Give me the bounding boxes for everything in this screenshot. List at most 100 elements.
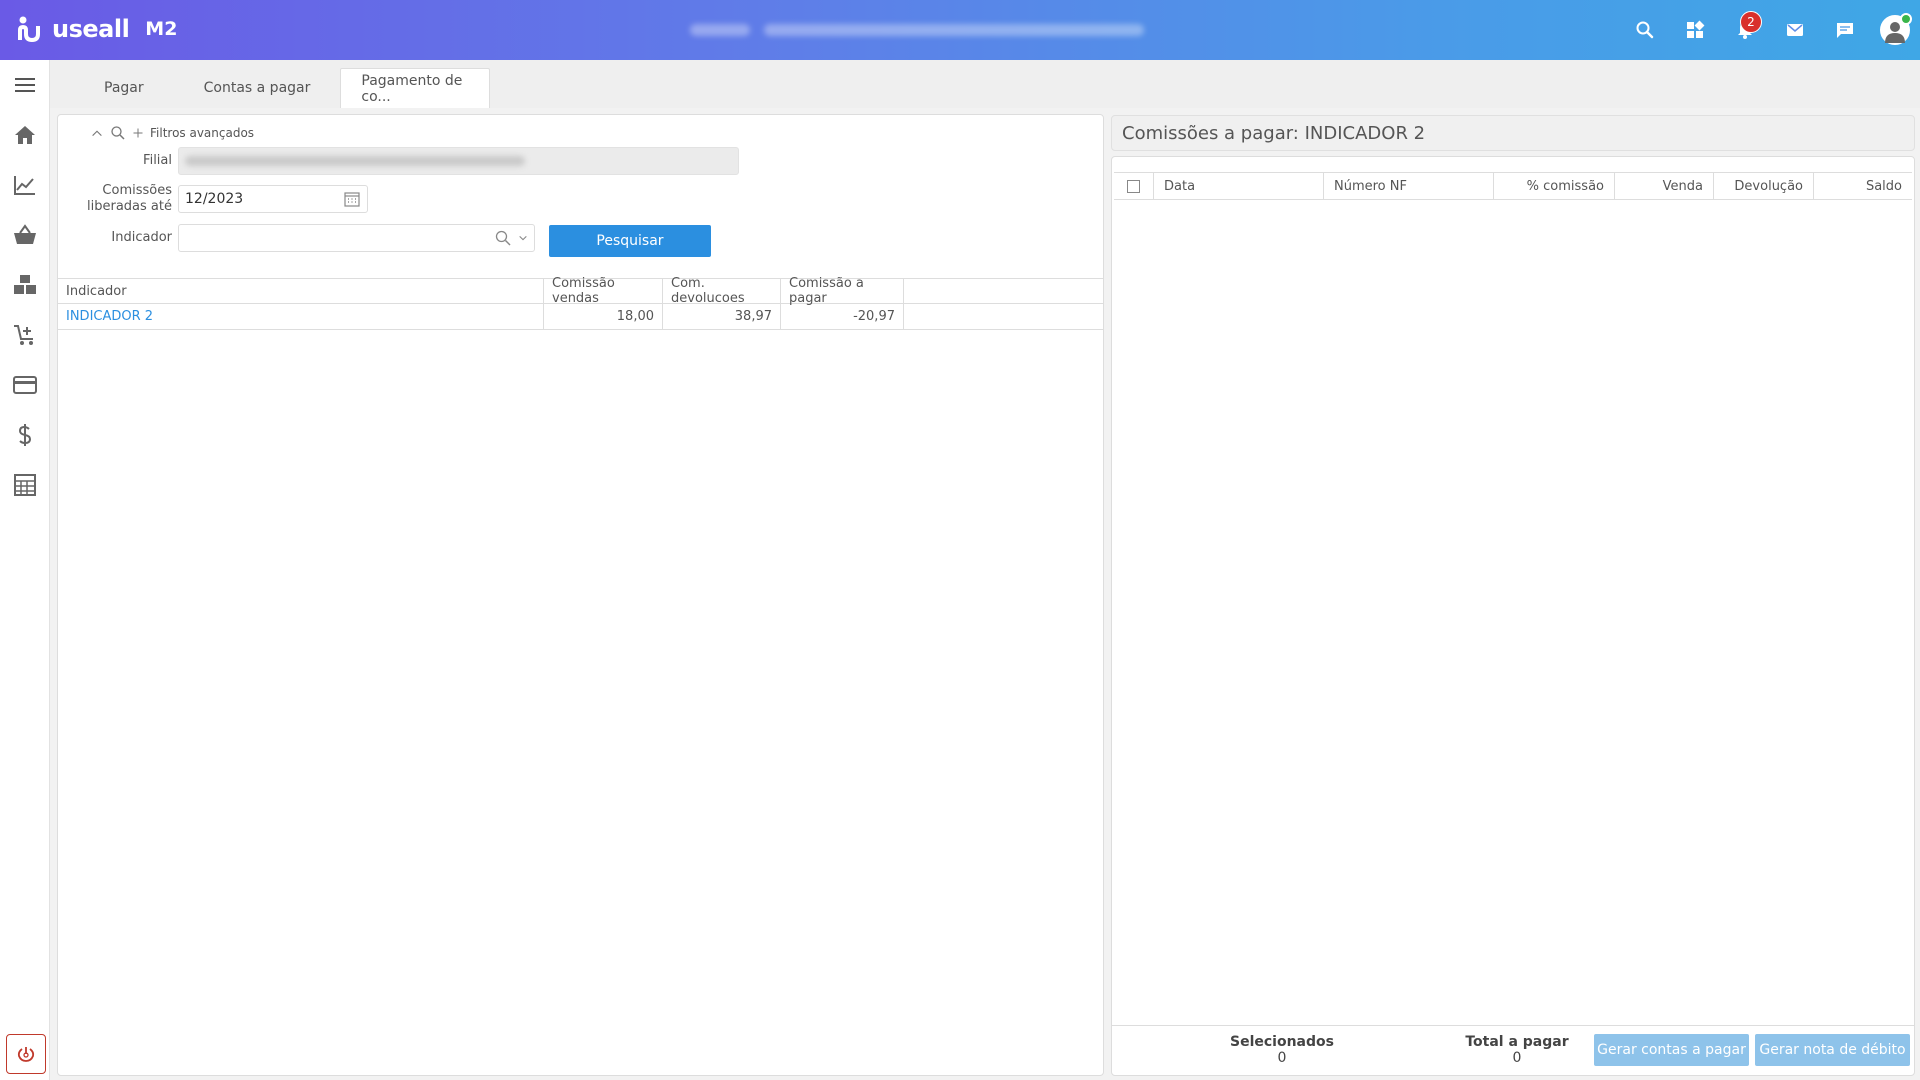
credit-card-icon — [13, 376, 37, 394]
chat-button[interactable] — [1820, 0, 1870, 60]
notification-badge: 2 — [1740, 11, 1762, 33]
comissoes-date-value: 12/2023 — [185, 191, 244, 207]
comissoes-table-header: Data Número NF % comissão Venda Devoluçã… — [1114, 172, 1912, 200]
search-button[interactable] — [1620, 0, 1670, 60]
calendar-icon[interactable] — [343, 190, 361, 208]
top-bar: useall M2 2 — [0, 0, 1920, 60]
select-all-cell[interactable] — [1114, 173, 1154, 199]
indicador-label: Indicador — [111, 230, 172, 245]
indicador-field[interactable] — [178, 224, 535, 252]
sidebar-item-finance[interactable] — [0, 410, 50, 460]
column-header[interactable]: Número NF — [1324, 173, 1494, 199]
sidebar-item-home[interactable] — [0, 110, 50, 160]
advanced-filters-toggle[interactable]: Filtros avançados — [90, 125, 254, 141]
boxes-icon — [14, 275, 36, 294]
column-header-empty — [904, 279, 1103, 303]
advanced-filters-label: Filtros avançados — [150, 126, 255, 140]
comissoes-label-line1: Comissões — [102, 183, 172, 198]
comissao-a-pagar-cell: -20,97 — [781, 304, 904, 329]
sidebar-item-reports[interactable] — [0, 160, 50, 210]
column-header[interactable]: Data — [1154, 173, 1324, 199]
filial-label: Filial — [143, 153, 172, 168]
logo-text: useall — [52, 15, 130, 43]
user-menu[interactable] — [1870, 0, 1920, 60]
table-header: Indicador Comissão vendas Com. devolucoe… — [58, 276, 1103, 306]
hamburger-icon — [15, 78, 35, 92]
filial-row: Filial — [58, 147, 739, 175]
search-icon[interactable] — [494, 229, 512, 247]
app-logo[interactable]: useall M2 — [14, 14, 177, 44]
tab-contas-a-pagar[interactable]: Contas a pagar — [174, 68, 341, 108]
menu-toggle-button[interactable] — [0, 60, 50, 110]
basket-icon — [14, 224, 36, 244]
gerar-contas-a-pagar-button[interactable]: Gerar contas a pagar — [1594, 1034, 1749, 1066]
empty-cell — [904, 304, 1103, 329]
column-header[interactable]: Indicador — [58, 279, 544, 303]
pesquisar-button[interactable]: Pesquisar — [549, 225, 711, 257]
comissoes-label: Comissões liberadas até — [58, 183, 178, 215]
selecionados-stat: Selecionados 0 — [1182, 1034, 1382, 1066]
avatar — [1880, 13, 1912, 45]
column-header[interactable]: Comissão vendas — [544, 276, 663, 306]
logout-button[interactable] — [6, 1034, 46, 1074]
sidebar-item-inventory[interactable] — [0, 260, 50, 310]
sidebar-item-accounting[interactable] — [0, 460, 50, 510]
column-header[interactable]: Devolução — [1714, 173, 1814, 199]
power-icon — [17, 1047, 35, 1062]
useall-logo-icon — [18, 16, 40, 42]
filter-panel: Filtros avançados Filial Comissões liber… — [57, 114, 1104, 1076]
search-icon — [111, 126, 125, 140]
calculator-icon — [14, 474, 36, 496]
column-header[interactable]: Venda — [1615, 173, 1714, 199]
search-icon — [1636, 21, 1654, 39]
column-header[interactable]: Com. devolucoes — [663, 276, 781, 306]
redacted-filial-value — [185, 156, 525, 166]
plus-icon — [133, 128, 143, 138]
comissoes-date-field[interactable]: 12/2023 — [178, 185, 368, 213]
indicador-link[interactable]: INDICADOR 2 — [66, 309, 153, 324]
logo-sub: M2 — [145, 18, 178, 40]
indicador-controls — [494, 229, 528, 247]
column-header[interactable]: Saldo — [1814, 173, 1912, 199]
column-header[interactable]: % comissão — [1494, 173, 1615, 199]
tab-pagamento-comissoes[interactable]: Pagamento de co... — [340, 68, 491, 108]
indicador-cell[interactable]: INDICADOR 2 — [58, 304, 544, 329]
cart-add-icon — [14, 325, 33, 345]
filial-field — [178, 147, 739, 175]
panel-title: Comissões a pagar: INDICADOR 2 — [1111, 115, 1915, 151]
chat-icon — [1837, 23, 1853, 38]
column-header[interactable]: Comissão a pagar — [781, 276, 904, 306]
chevron-down-icon[interactable] — [518, 233, 528, 243]
gerar-nota-de-debito-button[interactable]: Gerar nota de débito — [1755, 1034, 1910, 1066]
comissoes-row: Comissões liberadas até 12/2023 — [58, 183, 368, 215]
sidebar-item-sales[interactable] — [0, 210, 50, 260]
total-a-pagar-value: 0 — [1512, 1050, 1522, 1066]
apps-button[interactable] — [1670, 0, 1720, 60]
sidebar-item-cards[interactable] — [0, 360, 50, 410]
comissoes-label-line2: liberadas até — [87, 199, 172, 214]
dollar-icon — [18, 424, 32, 446]
mail-icon — [1787, 24, 1803, 36]
online-status-dot — [1900, 13, 1912, 25]
comissoes-panel: Data Número NF % comissão Venda Devoluçã… — [1111, 156, 1915, 1076]
com-devolucoes-cell: 38,97 — [663, 304, 781, 329]
notifications-button[interactable]: 2 — [1720, 0, 1770, 60]
tab-bar: Pagar Contas a pagar Pagamento de co... — [50, 60, 1920, 108]
selecionados-value: 0 — [1277, 1050, 1287, 1066]
redacted-company-info — [690, 20, 1150, 40]
widgets-icon — [1687, 20, 1705, 38]
sidebar — [0, 60, 50, 1080]
comissoes-footer: Selecionados 0 Total a pagar 0 Gerar con… — [1112, 1025, 1914, 1075]
top-actions: 2 — [1620, 0, 1920, 60]
sidebar-item-purchases[interactable] — [0, 310, 50, 360]
total-a-pagar-stat: Total a pagar 0 — [1417, 1034, 1617, 1066]
tab-pagar[interactable]: Pagar — [74, 68, 174, 108]
select-all-checkbox[interactable] — [1127, 179, 1140, 193]
selecionados-label: Selecionados — [1230, 1034, 1334, 1050]
comissao-vendas-cell: 18,00 — [544, 304, 663, 329]
chevron-up-icon — [92, 130, 102, 137]
indicador-row: Indicador — [58, 224, 535, 252]
total-a-pagar-label: Total a pagar — [1465, 1034, 1569, 1050]
table-row[interactable]: INDICADOR 2 18,00 38,97 -20,97 — [58, 304, 1103, 330]
mail-button[interactable] — [1770, 0, 1820, 60]
